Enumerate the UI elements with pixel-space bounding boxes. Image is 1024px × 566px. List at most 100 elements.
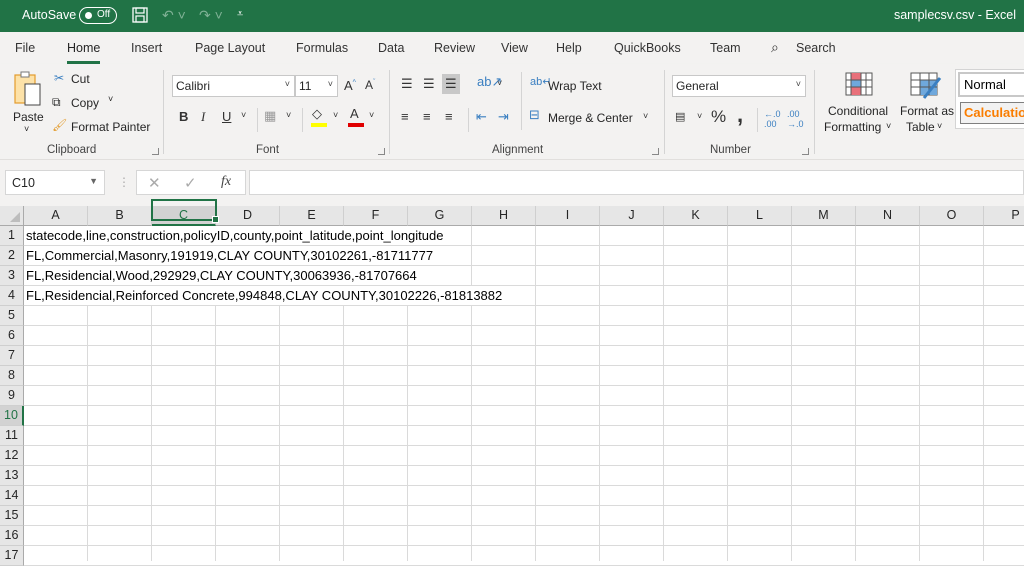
copy-dropdown-icon[interactable]: ˅ — [108, 94, 113, 104]
tab-help[interactable]: Help — [556, 41, 582, 55]
align-right-icon[interactable]: ≡ — [445, 109, 453, 124]
undo-icon[interactable]: ↶ ˅ — [162, 7, 186, 24]
row-header-15[interactable]: 15 — [0, 506, 24, 526]
borders-icon[interactable]: ▦ — [264, 108, 276, 124]
style-calculation[interactable]: Calculation — [960, 102, 1024, 124]
style-normal[interactable]: Normal — [958, 72, 1024, 97]
column-header-m[interactable]: M — [792, 206, 856, 226]
cell-a3[interactable]: FL,Residencial,Wood,292929,CLAY COUNTY,3… — [26, 266, 420, 285]
autosave-toggle[interactable]: Off — [79, 7, 117, 24]
paste-button[interactable]: Paste ˅ — [10, 70, 46, 136]
row-header-1[interactable]: 1 — [0, 226, 24, 246]
insert-function-button[interactable]: fx — [221, 174, 231, 190]
font-launcher-icon[interactable] — [378, 148, 385, 155]
comma-style-button[interactable]: , — [737, 102, 743, 128]
decrease-font-size-icon[interactable]: Aˇ — [365, 78, 375, 92]
tab-team[interactable]: Team — [710, 41, 741, 55]
column-header-j[interactable]: J — [600, 206, 664, 226]
format-painter-button[interactable]: Format Painter — [71, 120, 150, 134]
column-header-d[interactable]: D — [216, 206, 280, 226]
column-header-a[interactable]: A — [24, 206, 88, 226]
column-header-k[interactable]: K — [664, 206, 728, 226]
fill-color-dropdown-icon[interactable]: ˅ — [333, 110, 338, 120]
select-all-button[interactable] — [0, 206, 24, 226]
row-header-11[interactable]: 11 — [0, 426, 24, 446]
conditional-formatting-button[interactable]: Conditional Formatting ˅ — [822, 70, 896, 140]
cell-a2[interactable]: FL,Commercial,Masonry,191919,CLAY COUNTY… — [26, 246, 437, 265]
customize-toolbar-icon[interactable]: ⩡ — [237, 8, 243, 21]
search-icon[interactable]: ⌕ — [771, 39, 779, 56]
column-header-h[interactable]: H — [472, 206, 536, 226]
tab-quickbooks[interactable]: QuickBooks — [614, 41, 681, 55]
formula-input[interactable] — [249, 170, 1024, 195]
cell-a1[interactable]: statecode,line,construction,policyID,cou… — [26, 226, 447, 245]
merge-center-button[interactable]: Merge & Center — [548, 111, 633, 125]
row-header-14[interactable]: 14 — [0, 486, 24, 506]
redo-icon[interactable]: ↷ ˅ — [199, 7, 223, 24]
increase-indent-icon[interactable]: ⇥ — [498, 109, 509, 125]
enter-icon[interactable]: ✓ — [184, 174, 197, 192]
row-header-13[interactable]: 13 — [0, 466, 24, 486]
font-name-combo[interactable]: Calibri ˅ — [172, 75, 295, 97]
column-header-f[interactable]: F — [344, 206, 408, 226]
increase-font-size-icon[interactable]: A^ — [344, 78, 356, 93]
column-header-e[interactable]: E — [280, 206, 344, 226]
row-header-8[interactable]: 8 — [0, 366, 24, 386]
borders-dropdown-icon[interactable]: ˅ — [286, 110, 291, 120]
active-cell-c10[interactable] — [151, 199, 219, 223]
tab-review[interactable]: Review — [434, 41, 475, 55]
middle-align-icon[interactable]: ☰ — [423, 76, 435, 92]
underline-dropdown-icon[interactable]: ˅ — [241, 110, 246, 120]
drag-handle-icon[interactable]: ⋮ — [118, 175, 130, 189]
align-center-icon[interactable]: ≡ — [423, 109, 431, 124]
fill-color-icon[interactable]: ◇ — [311, 106, 327, 127]
cut-button[interactable]: Cut — [71, 72, 90, 86]
bottom-align-icon[interactable]: ☰ — [442, 74, 460, 94]
top-align-icon[interactable]: ☰ — [401, 76, 413, 92]
row-header-4[interactable]: 4 — [0, 286, 24, 306]
row-header-10[interactable]: 10 — [0, 406, 24, 426]
bold-button[interactable]: B — [179, 109, 188, 124]
increase-decimal-icon[interactable]: ←.0.00 — [764, 109, 781, 129]
row-header-12[interactable]: 12 — [0, 446, 24, 466]
italic-button[interactable]: I — [201, 109, 205, 125]
tab-insert[interactable]: Insert — [131, 41, 162, 55]
cell-a4[interactable]: FL,Residencial,Reinforced Concrete,99484… — [26, 286, 506, 305]
tab-page-layout[interactable]: Page Layout — [195, 41, 265, 55]
decrease-indent-icon[interactable]: ⇤ — [476, 109, 487, 125]
number-launcher-icon[interactable] — [802, 148, 809, 155]
row-header-16[interactable]: 16 — [0, 526, 24, 546]
row-header-7[interactable]: 7 — [0, 346, 24, 366]
row-header-3[interactable]: 3 — [0, 266, 24, 286]
font-color-icon[interactable]: A — [348, 106, 364, 127]
row-header-17[interactable]: 17 — [0, 546, 24, 566]
orientation-dropdown-icon[interactable]: ˅ — [497, 78, 502, 88]
percent-style-button[interactable]: % — [711, 107, 726, 127]
font-size-combo[interactable]: 11 ˅ — [295, 75, 338, 97]
spreadsheet-grid[interactable]: A B C D E F G H I J K L M N O P 1 2 3 4 5 6 7 8 9 10 11 12 13 14 15 16 1… — [0, 206, 1024, 566]
column-header-b[interactable]: B — [88, 206, 152, 226]
name-box[interactable]: C10 ▼ — [5, 170, 105, 195]
column-header-i[interactable]: I — [536, 206, 600, 226]
tab-file[interactable]: File — [15, 41, 35, 55]
clipboard-launcher-icon[interactable] — [152, 148, 159, 155]
accounting-format-icon[interactable]: ▤ — [675, 110, 685, 123]
column-header-g[interactable]: G — [408, 206, 472, 226]
column-header-n[interactable]: N — [856, 206, 920, 226]
format-as-table-button[interactable]: Format as Table ˅ — [896, 70, 956, 140]
font-color-dropdown-icon[interactable]: ˅ — [369, 110, 374, 120]
cancel-icon[interactable]: ✕ — [148, 174, 161, 192]
column-header-p[interactable]: P — [984, 206, 1024, 226]
tab-view[interactable]: View — [501, 41, 528, 55]
merge-center-dropdown-icon[interactable]: ˅ — [643, 111, 648, 121]
row-header-6[interactable]: 6 — [0, 326, 24, 346]
search-box[interactable]: Search — [796, 41, 836, 55]
column-header-l[interactable]: L — [728, 206, 792, 226]
accounting-dropdown-icon[interactable]: ˅ — [697, 111, 702, 121]
tab-formulas[interactable]: Formulas — [296, 41, 348, 55]
save-icon[interactable] — [131, 6, 149, 27]
copy-button[interactable]: Copy — [71, 96, 99, 110]
decrease-decimal-icon[interactable]: .00 →.0 — [787, 109, 804, 129]
tab-home[interactable]: Home — [67, 41, 101, 64]
underline-button[interactable]: U — [222, 109, 231, 124]
